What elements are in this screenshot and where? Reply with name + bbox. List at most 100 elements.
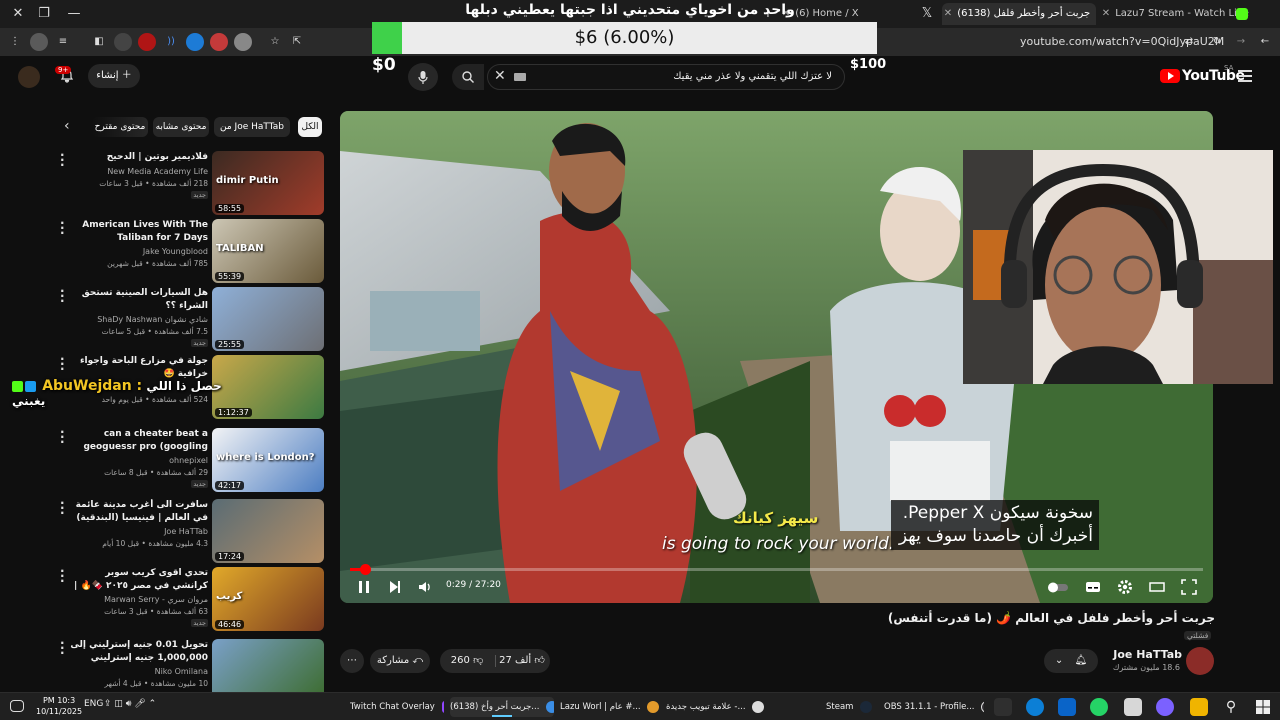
recommendation-title[interactable]: American Lives With The Taliban for 7 Da… xyxy=(68,219,208,245)
close-tab-icon[interactable]: ✕ xyxy=(942,3,954,25)
show-desktop-icon[interactable] xyxy=(10,700,24,712)
outlook-icon[interactable] xyxy=(1058,698,1076,716)
create-button[interactable]: إنشاء ＋ xyxy=(88,64,140,88)
channel-avatar[interactable] xyxy=(1186,647,1214,675)
video-thumbnail[interactable]: كريب 46:46 xyxy=(212,567,324,631)
whatsapp-icon[interactable] xyxy=(1090,698,1108,716)
bookmark-star-icon[interactable]: ☆ xyxy=(266,33,284,51)
store-icon[interactable] xyxy=(1124,698,1142,716)
chips-scroll-left-icon[interactable]: ‹ xyxy=(64,118,70,134)
copilot-icon[interactable] xyxy=(1156,698,1174,716)
more-options-icon[interactable]: · · · xyxy=(60,565,65,587)
more-actions-button[interactable]: ⋯ xyxy=(340,649,364,673)
account-avatar[interactable] xyxy=(18,66,40,88)
recommendation-title[interactable]: هل السيارات الصينية تستحق الشراء ؟؟ xyxy=(68,287,208,313)
tab-kick-stream[interactable]: ✕ Lazu7 Stream - Watch Live on K xyxy=(1100,3,1252,25)
taskbar-app-obs[interactable]: OBS 31.1.1 - Profile... xyxy=(884,697,984,717)
more-options-icon[interactable]: · · · xyxy=(60,637,65,659)
taskbar-app-twitch-overlay[interactable]: Twitch Chat Overlay xyxy=(350,697,444,717)
menu-dots-icon[interactable]: ⋮ xyxy=(6,33,24,51)
extension-icon[interactable] xyxy=(210,33,228,51)
recommendation-channel[interactable]: Niko Omilana xyxy=(68,667,208,676)
recommendation-title[interactable]: can a cheater beat a geoguessr pro (goog… xyxy=(68,428,208,455)
file-explorer-icon[interactable] xyxy=(1190,698,1208,716)
keyboard-icon[interactable] xyxy=(514,73,526,81)
volume-icon[interactable] xyxy=(416,578,434,596)
windows-start-icon[interactable] xyxy=(1254,698,1272,716)
extension-icon[interactable] xyxy=(138,33,156,51)
more-options-icon[interactable]: · · · xyxy=(60,217,65,239)
recommendation-channel[interactable]: Marwan Serry - مروان سري xyxy=(68,595,208,604)
recommendation-title[interactable]: تحويل 0.01 جنيه إسترليني إلى 1,000,000 ج… xyxy=(68,639,208,665)
more-options-icon[interactable]: · · · xyxy=(60,497,65,519)
chip-from-channel[interactable]: من Joe HaTTab xyxy=(214,117,290,137)
reload-icon[interactable]: ↻ xyxy=(1208,33,1226,51)
extension-icon[interactable] xyxy=(234,33,252,51)
recommendation-channel[interactable]: ohnepixel xyxy=(68,456,208,465)
recommendation-channel[interactable]: Joe HaTTab xyxy=(68,527,208,536)
forward-arrow-icon[interactable]: → xyxy=(1232,33,1250,51)
more-options-icon[interactable]: · · · xyxy=(60,426,65,448)
recommendation-title[interactable]: تحدي اقوى كريب سوبر كرانشي في مصر ٢٠٢٥ 🍫… xyxy=(68,567,208,594)
taskbar-app-browser-newtab[interactable]: علامة تبويب جديدة -... xyxy=(666,697,770,717)
recommendation-channel[interactable]: New Media Academy Life xyxy=(68,167,208,176)
chip-all[interactable]: الكل xyxy=(298,117,322,137)
taskbar-app-browser-kick[interactable]: Lazu Worl | عام #... xyxy=(560,697,660,717)
chip-related[interactable]: محتوى مشابه xyxy=(153,117,209,137)
fullscreen-button[interactable] xyxy=(1180,578,1198,596)
video-thumbnail[interactable]: where is London? 42:17 xyxy=(212,428,324,492)
extensions-icon[interactable]: ◧ xyxy=(90,33,108,51)
edge-icon[interactable] xyxy=(1026,698,1044,716)
recommendation-item[interactable]: · · · TALIBAN 55:39 American Lives With The T… xyxy=(60,217,326,285)
back-arrow-icon[interactable]: ← xyxy=(1256,33,1274,51)
theater-mode-button[interactable] xyxy=(1148,578,1166,596)
video-thumbnail[interactable]: dimir Putin 58:55 xyxy=(212,151,324,215)
settings-gear-icon[interactable] xyxy=(1116,578,1134,596)
maximize-window-icon[interactable]: ❐ xyxy=(32,4,56,24)
video-tag[interactable]: فشلتي xyxy=(1184,631,1212,640)
search-taskbar-icon[interactable]: ⚲ xyxy=(1222,698,1240,716)
recommendation-item[interactable]: · · · where is London? 42:17 can a cheater be… xyxy=(60,426,326,494)
extension-icon[interactable]: )) xyxy=(162,33,180,51)
recommendation-title[interactable]: فلاديمير بوتين | الدحيح xyxy=(68,151,208,164)
recommendation-item[interactable]: · · · كريب 46:46 تحدي اقوى كريب سوبر كرانشي ف… xyxy=(60,565,326,633)
autoplay-toggle[interactable] xyxy=(1047,578,1068,596)
pinned-app-icon[interactable] xyxy=(994,698,1012,716)
recommendation-channel[interactable]: Jake Youngblood xyxy=(68,247,208,256)
close-tab-icon[interactable]: ✕ xyxy=(1100,3,1112,25)
taskbar-clock[interactable]: PM 10:3 10/11/2025 xyxy=(36,695,82,717)
extension-icon[interactable] xyxy=(114,33,132,51)
share-page-icon[interactable]: ⇱ xyxy=(288,33,306,51)
subscribed-bell-button[interactable]: ⌄ 🔔︎ xyxy=(1044,649,1098,673)
video-thumbnail[interactable]: 17:24 xyxy=(212,499,324,563)
extension-icon[interactable] xyxy=(186,33,204,51)
recommendation-item[interactable]: · · · 17:24 سافرت الى أغرب مدينة عائمة في ال… xyxy=(60,497,326,565)
taskbar-app-steam[interactable]: Steam xyxy=(826,697,874,717)
video-progress-bar[interactable] xyxy=(350,564,1203,575)
tab-youtube-video[interactable]: ✕ (6138) جربت أحر وأخطر فلفل xyxy=(942,3,1096,25)
reading-list-icon[interactable]: ≡ xyxy=(54,33,72,51)
video-thumbnail[interactable]: 25:55 xyxy=(212,287,324,351)
voice-search-button[interactable] xyxy=(408,63,438,91)
close-window-icon[interactable]: ✕ xyxy=(6,4,30,24)
like-button[interactable]: 27 ألف 👍︎ xyxy=(496,649,548,673)
more-options-icon[interactable]: · · · xyxy=(60,353,65,375)
hamburger-menu-icon[interactable] xyxy=(1238,70,1252,82)
language-indicator[interactable]: ENG xyxy=(84,699,103,709)
recommendation-item[interactable]: · · · 25:55 هل السيارات الصينية تستحق الشراء… xyxy=(60,285,326,353)
recommendation-item[interactable]: · · · dimir Putin 58:55 فلاديمير بوتين | الدح… xyxy=(60,149,326,217)
taskbar-app-browser-youtube[interactable]: (6138) جربت أحر وأخ... xyxy=(450,697,554,717)
channel-name[interactable]: Joe HaTTab xyxy=(1110,648,1182,661)
video-thumbnail[interactable]: TALIBAN 55:39 xyxy=(212,219,324,283)
recommendation-channel[interactable]: ShaDy Nashwan شادي نشوان xyxy=(68,315,208,324)
subtitles-button[interactable] xyxy=(1084,578,1102,596)
search-input[interactable]: ✕ لا عتزك اللي يتقمني ولا عذر مني يقيك xyxy=(487,64,845,90)
more-options-icon[interactable]: · · · xyxy=(60,285,65,307)
clear-search-icon[interactable]: ✕ xyxy=(494,68,506,84)
minimize-window-icon[interactable]: — xyxy=(62,4,86,24)
more-options-icon[interactable]: · · · xyxy=(60,149,65,171)
share-button[interactable]: مشاركة ⤺ xyxy=(370,649,430,673)
system-tray-icons[interactable]: ⇪ ◫ 🔊︎ 🎤︎ ⌃ xyxy=(104,699,156,709)
next-video-button[interactable] xyxy=(386,578,404,596)
dislike-button[interactable]: 260 👎︎ xyxy=(442,649,492,673)
